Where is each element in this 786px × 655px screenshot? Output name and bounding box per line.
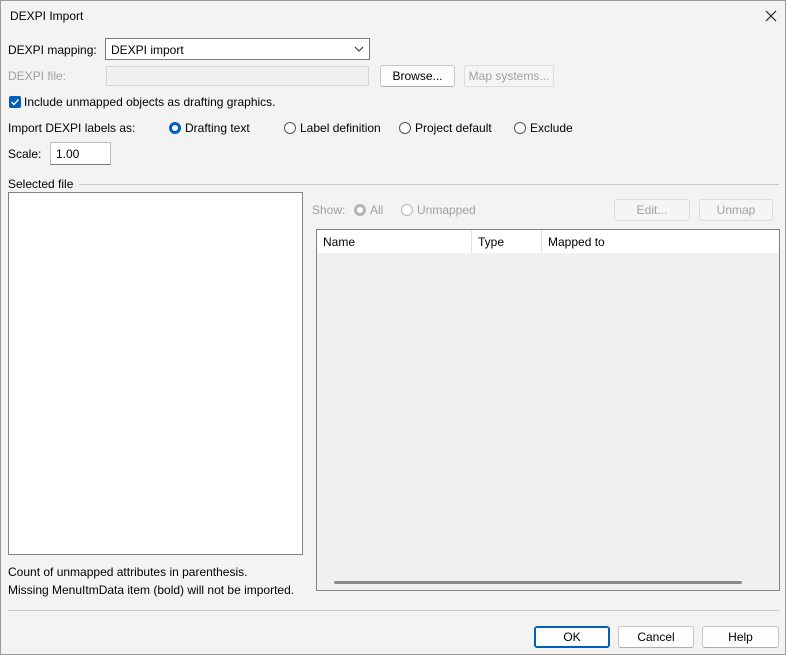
file-tree[interactable] [8,192,303,555]
window-title: DEXPI Import [10,9,84,23]
file-label: DEXPI file: [8,69,67,83]
radio-project-default[interactable] [399,122,411,134]
radio-label-definition[interactable] [284,122,296,134]
radio-exclude[interactable] [514,122,526,134]
scale-input[interactable]: 1.00 [50,142,111,165]
footer-divider [8,610,779,611]
help-button[interactable]: Help [702,626,779,648]
note-missing-item: Missing MenuItmData item (bold) will not… [8,583,295,597]
group-divider [79,184,779,185]
map-systems-button[interactable]: Map systems... [464,65,554,87]
table-header: Name Type Mapped to [317,230,779,253]
mapping-value: DEXPI import [111,43,184,57]
column-header-name[interactable]: Name [323,235,355,249]
radio-show-all[interactable] [354,204,366,216]
ok-button[interactable]: OK [534,626,610,648]
file-field [106,66,369,86]
cancel-button[interactable]: Cancel [618,626,694,648]
chevron-down-icon [353,43,365,55]
radio-show-unmapped[interactable] [401,204,413,216]
column-header-mapped-to[interactable]: Mapped to [548,235,605,249]
radio-exclude-label: Exclude [530,121,573,135]
radio-drafting-text[interactable] [169,122,181,134]
include-unmapped-checkbox[interactable] [9,96,21,108]
mapping-dropdown[interactable]: DEXPI import [105,38,370,60]
radio-label-definition-label: Label definition [300,121,381,135]
note-unmapped-count: Count of unmapped attributes in parenthe… [8,565,248,579]
selected-file-label: Selected file [8,177,74,191]
unmap-button[interactable]: Unmap [699,199,773,221]
column-divider[interactable] [541,230,542,253]
show-label: Show: [312,203,346,217]
radio-project-default-label: Project default [415,121,492,135]
mapping-table[interactable]: Name Type Mapped to [316,229,780,591]
include-unmapped-label: Include unmapped objects as drafting gra… [24,95,276,109]
check-icon [11,99,20,106]
dexpi-import-dialog: DEXPI Import DEXPI mapping: DEXPI import… [0,0,786,655]
edit-button[interactable]: Edit... [614,199,690,221]
radio-drafting-text-label: Drafting text [185,121,250,135]
scale-label: Scale: [8,147,42,161]
horizontal-scrollbar[interactable] [334,581,742,584]
radio-show-unmapped-label: Unmapped [417,203,476,217]
column-divider[interactable] [471,230,472,253]
title-bar: DEXPI Import [1,1,785,32]
browse-button[interactable]: Browse... [380,65,455,87]
mapping-label: DEXPI mapping: [8,43,97,57]
close-icon[interactable] [761,5,781,27]
column-header-type[interactable]: Type [478,235,504,249]
scale-value: 1.00 [56,147,80,161]
radio-show-all-label: All [370,203,384,217]
labels-as-label: Import DEXPI labels as: [8,121,136,135]
